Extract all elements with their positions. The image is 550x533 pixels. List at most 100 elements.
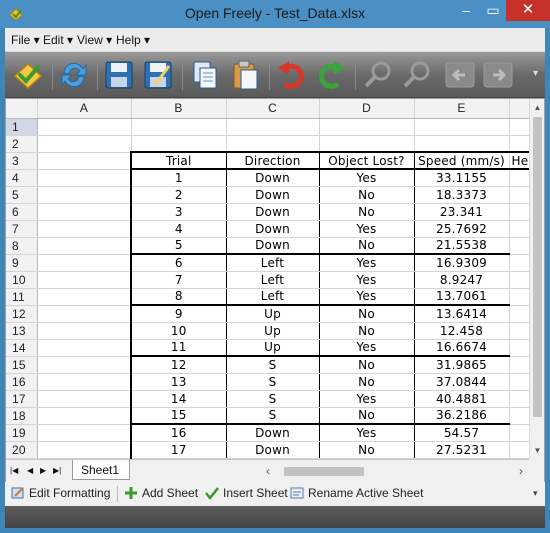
column-header-e[interactable]: E xyxy=(414,99,510,119)
cell-e17[interactable]: 40.4881 xyxy=(414,390,510,408)
row-header[interactable]: 11 xyxy=(6,288,38,306)
paste-button[interactable] xyxy=(228,58,262,92)
cell-a8[interactable] xyxy=(37,237,132,255)
cell-c13[interactable]: Up xyxy=(226,322,320,340)
cell-a14[interactable] xyxy=(37,339,132,357)
last-sheet-icon[interactable]: ▶| xyxy=(53,466,61,475)
cell-c11[interactable]: Left xyxy=(226,288,320,306)
forward-button[interactable] xyxy=(481,58,515,92)
cell-a20[interactable] xyxy=(37,441,132,459)
sheet-tab[interactable]: Sheet1 xyxy=(72,460,131,480)
undo-button[interactable] xyxy=(275,58,309,92)
row-header[interactable]: 16 xyxy=(6,373,38,391)
cell-c16[interactable]: S xyxy=(226,373,320,391)
cell-b1[interactable] xyxy=(131,118,227,136)
cell-e14[interactable]: 16.6674 xyxy=(414,339,510,357)
column-header-c[interactable]: C xyxy=(226,99,320,119)
add-sheet-button[interactable]: Add Sheet xyxy=(124,486,198,500)
column-header-b[interactable]: B xyxy=(131,99,227,119)
cell-a16[interactable] xyxy=(37,373,132,391)
cell-b11[interactable]: 8 xyxy=(130,288,227,306)
cell-a13[interactable] xyxy=(37,322,132,340)
cell-d14[interactable]: Yes xyxy=(319,339,415,357)
cell-b20[interactable]: 17 xyxy=(130,441,227,459)
cell-a10[interactable] xyxy=(37,271,132,289)
cell-d7[interactable]: Yes xyxy=(319,220,415,238)
cell-b14[interactable]: 11 xyxy=(130,339,227,357)
cell-a7[interactable] xyxy=(37,220,132,238)
cell-c14[interactable]: Up xyxy=(226,339,320,357)
scroll-right-icon[interactable]: › xyxy=(519,464,523,478)
cell-a5[interactable] xyxy=(37,186,132,204)
cell-a6[interactable] xyxy=(37,203,132,221)
cell-a12[interactable] xyxy=(37,305,132,323)
cell-b16[interactable]: 13 xyxy=(130,373,227,391)
cell-b9[interactable]: 6 xyxy=(130,254,227,272)
save-as-button[interactable] xyxy=(141,58,175,92)
row-header[interactable]: 7 xyxy=(6,220,38,238)
cell-a15[interactable] xyxy=(37,356,132,374)
cell-b5[interactable]: 2 xyxy=(130,186,227,204)
cell-b7[interactable]: 4 xyxy=(130,220,227,238)
zoom-in-button[interactable] xyxy=(361,58,395,92)
cell-c18[interactable]: S xyxy=(226,407,320,425)
horizontal-scroll-thumb[interactable] xyxy=(284,467,364,476)
cell-d5[interactable]: No xyxy=(319,186,415,204)
row-header[interactable]: 19 xyxy=(6,424,38,442)
cell-b18[interactable]: 15 xyxy=(130,407,227,425)
row-header[interactable]: 8 xyxy=(6,237,38,255)
cell-e16[interactable]: 37.0844 xyxy=(414,373,510,391)
cell-d20[interactable]: No xyxy=(319,441,415,459)
row-header[interactable]: 10 xyxy=(6,271,38,289)
cell-d9[interactable]: Yes xyxy=(319,254,415,272)
cell-c20[interactable]: Down xyxy=(226,441,320,459)
insert-sheet-button[interactable]: Insert Sheet xyxy=(205,486,288,500)
cell-e19[interactable]: 54.57 xyxy=(414,424,510,442)
row-header[interactable]: 15 xyxy=(6,356,38,374)
cell-e1[interactable] xyxy=(414,118,510,136)
cell-c6[interactable]: Down xyxy=(226,203,320,221)
cell-b4[interactable]: 1 xyxy=(130,169,227,187)
cell-d13[interactable]: No xyxy=(319,322,415,340)
cell-e10[interactable]: 8.9247 xyxy=(414,271,510,289)
scroll-left-icon[interactable]: ‹ xyxy=(266,464,270,478)
back-button[interactable] xyxy=(443,58,477,92)
row-header[interactable]: 20 xyxy=(6,441,38,459)
cell-b17[interactable]: 14 xyxy=(130,390,227,408)
menu-help[interactable]: Help ▾ xyxy=(116,33,150,47)
cell-c15[interactable]: S xyxy=(226,356,320,374)
cell-c4[interactable]: Down xyxy=(226,169,320,187)
cell-a19[interactable] xyxy=(37,424,132,442)
cell-a17[interactable] xyxy=(37,390,132,408)
cell-a4[interactable] xyxy=(37,169,132,187)
row-header[interactable]: 13 xyxy=(6,322,38,340)
cell-a2[interactable] xyxy=(37,135,132,153)
cell-d17[interactable]: Yes xyxy=(319,390,415,408)
row-header[interactable]: 1 xyxy=(6,118,38,136)
cell-e13[interactable]: 12.458 xyxy=(414,322,510,340)
cell-e18[interactable]: 36.2186 xyxy=(414,407,510,425)
cell-c2[interactable] xyxy=(226,135,320,153)
cell-c9[interactable]: Left xyxy=(226,254,320,272)
cell-d16[interactable]: No xyxy=(319,373,415,391)
next-sheet-icon[interactable]: ▶ xyxy=(40,466,46,475)
refresh-button[interactable] xyxy=(57,58,91,92)
cell-b3[interactable]: Trial xyxy=(130,151,227,170)
scroll-down-icon[interactable]: ▼ xyxy=(530,442,544,459)
cell-a3[interactable] xyxy=(37,152,132,170)
cell-c3[interactable]: Direction xyxy=(226,151,320,170)
cell-a1[interactable] xyxy=(37,118,132,136)
cell-d6[interactable]: No xyxy=(319,203,415,221)
first-sheet-icon[interactable]: |◀ xyxy=(10,466,18,475)
cell-a9[interactable] xyxy=(37,254,132,272)
row-header[interactable]: 5 xyxy=(6,186,38,204)
cell-e3[interactable]: Speed (mm/s) xyxy=(414,151,510,170)
cell-d10[interactable]: Yes xyxy=(319,271,415,289)
column-header-a[interactable]: A xyxy=(37,99,132,119)
cell-c10[interactable]: Left xyxy=(226,271,320,289)
cell-e20[interactable]: 27.5231 xyxy=(414,441,510,459)
cell-d2[interactable] xyxy=(319,135,415,153)
actions-overflow-icon[interactable]: ▾ xyxy=(533,488,538,499)
cell-c17[interactable]: S xyxy=(226,390,320,408)
cell-d12[interactable]: No xyxy=(319,305,415,323)
